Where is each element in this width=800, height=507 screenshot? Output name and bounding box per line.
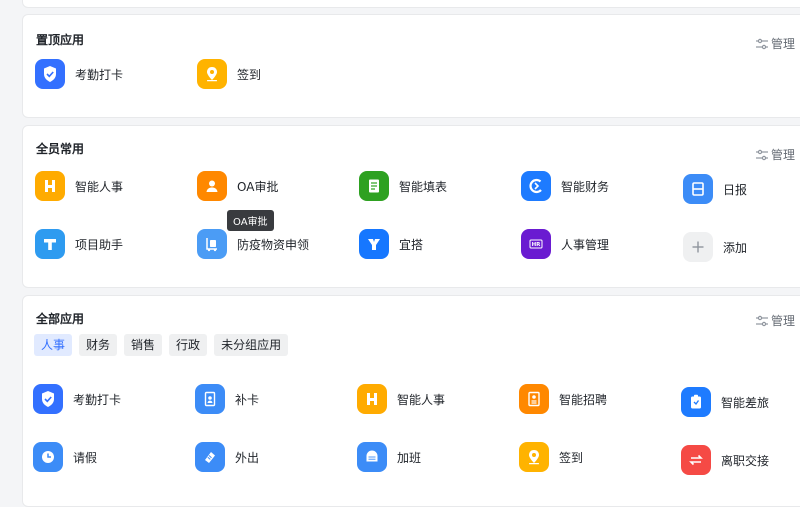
app-resignation-handover[interactable]: 离职交接: [681, 445, 769, 475]
app-attendance[interactable]: 考勤打卡: [33, 384, 121, 414]
common-apps-title: 全员常用: [36, 142, 85, 156]
app-smart-finance[interactable]: 智能财务: [521, 171, 609, 201]
all-manage-button[interactable]: 管理: [755, 312, 795, 329]
app-label: 宜搭: [399, 237, 424, 252]
app-label: 签到: [559, 450, 584, 465]
app-label: 离职交接: [721, 453, 770, 468]
app-project-assistant[interactable]: 项目助手: [35, 229, 123, 259]
app-daily-report[interactable]: 日报: [683, 174, 747, 204]
travel-icon: [681, 387, 711, 417]
h-logo-icon: [357, 384, 387, 414]
app-card-replacement[interactable]: 补卡: [195, 384, 259, 414]
outing-icon: [195, 442, 225, 472]
app-label: 请假: [73, 450, 98, 465]
pinned-manage-button[interactable]: 管理: [755, 35, 795, 52]
app-label: 防疫物资申领: [237, 237, 310, 252]
app-label: 考勤打卡: [75, 67, 124, 82]
app-epidemic-supplies[interactable]: 防疫物资申领: [197, 229, 309, 259]
svg-text:HR: HR: [532, 242, 542, 248]
location-pin-icon: [197, 59, 227, 89]
app-outing[interactable]: 外出: [195, 442, 259, 472]
recruit-icon: [519, 384, 549, 414]
app-smart-recruit[interactable]: 智能招聘: [519, 384, 607, 414]
app-label: 智能人事: [397, 392, 446, 407]
tab-admin[interactable]: 行政: [169, 334, 208, 356]
app-overtime[interactable]: 加班: [357, 442, 421, 472]
y-logo-icon: [359, 229, 389, 259]
tab-hr[interactable]: 人事: [34, 334, 73, 356]
common-apps-card: 全员常用 管理 智能人事 OA审批 智能填表 智能财务 日报 项目助手 防疫物资…: [22, 125, 800, 288]
sliders-icon: [756, 38, 768, 49]
calendar-day-icon: [683, 174, 713, 204]
tooltip-oa-approval: OA审批: [227, 210, 274, 231]
hr-icon: HR: [521, 229, 551, 259]
person-icon: [197, 171, 227, 201]
card-icon: [195, 384, 225, 414]
clock-icon: [33, 442, 63, 472]
app-label: 补卡: [235, 392, 260, 407]
app-smart-form[interactable]: 智能填表: [359, 171, 447, 201]
overtime-icon: [357, 442, 387, 472]
app-yida[interactable]: 宜搭: [359, 229, 423, 259]
app-label: 智能招聘: [559, 392, 608, 407]
app-label: OA审批: [237, 179, 279, 194]
app-smart-hr[interactable]: 智能人事: [357, 384, 445, 414]
all-apps-card: 全部应用 管理 人事 财务 销售 行政 未分组应用 考勤打卡 补卡 智能人事 智…: [22, 295, 800, 507]
tab-finance[interactable]: 财务: [79, 334, 118, 356]
top-partial-card: [22, 0, 800, 8]
location-pin-icon: [519, 442, 549, 472]
tab-sales[interactable]: 销售: [124, 334, 163, 356]
category-tabs: 人事 财务 销售 行政 未分组应用: [34, 334, 289, 356]
finance-icon: [521, 171, 551, 201]
pinned-apps-card: 置顶应用 管理 考勤打卡 签到: [22, 14, 800, 118]
add-app-button[interactable]: 添加: [683, 232, 747, 262]
all-apps-title: 全部应用: [36, 312, 85, 326]
swap-icon: [681, 445, 711, 475]
t-logo-icon: [35, 229, 65, 259]
check-shield-icon: [33, 384, 63, 414]
app-leave[interactable]: 请假: [33, 442, 97, 472]
app-label: 签到: [237, 67, 262, 82]
common-manage-button[interactable]: 管理: [755, 146, 795, 163]
h-logo-icon: [35, 171, 65, 201]
app-label: 考勤打卡: [73, 392, 122, 407]
app-smart-hr[interactable]: 智能人事: [35, 171, 123, 201]
check-shield-icon: [35, 59, 65, 89]
app-label: 智能差旅: [721, 395, 770, 410]
app-label: 添加: [723, 240, 748, 255]
app-hr-management[interactable]: HR 人事管理: [521, 229, 609, 259]
sliders-icon: [756, 149, 768, 160]
sliders-icon: [756, 315, 768, 326]
common-manage-label: 管理: [771, 148, 796, 162]
plus-icon: [683, 232, 713, 262]
app-label: 人事管理: [561, 237, 610, 252]
app-checkin[interactable]: 签到: [519, 442, 583, 472]
pinned-manage-label: 管理: [771, 37, 796, 51]
app-smart-travel[interactable]: 智能差旅: [681, 387, 769, 417]
all-manage-label: 管理: [771, 314, 796, 328]
app-label: 日报: [723, 182, 748, 197]
supplies-icon: [197, 229, 227, 259]
app-label: 智能填表: [399, 179, 448, 194]
app-label: 项目助手: [75, 237, 124, 252]
app-attendance[interactable]: 考勤打卡: [35, 59, 123, 89]
pinned-apps-title: 置顶应用: [36, 33, 85, 47]
app-oa-approval[interactable]: OA审批: [197, 171, 278, 201]
app-label: 智能财务: [561, 179, 610, 194]
app-checkin[interactable]: 签到: [197, 59, 261, 89]
app-label: 智能人事: [75, 179, 124, 194]
form-icon: [359, 171, 389, 201]
app-label: 加班: [397, 450, 422, 465]
tab-ungrouped[interactable]: 未分组应用: [214, 334, 289, 356]
app-label: 外出: [235, 450, 260, 465]
